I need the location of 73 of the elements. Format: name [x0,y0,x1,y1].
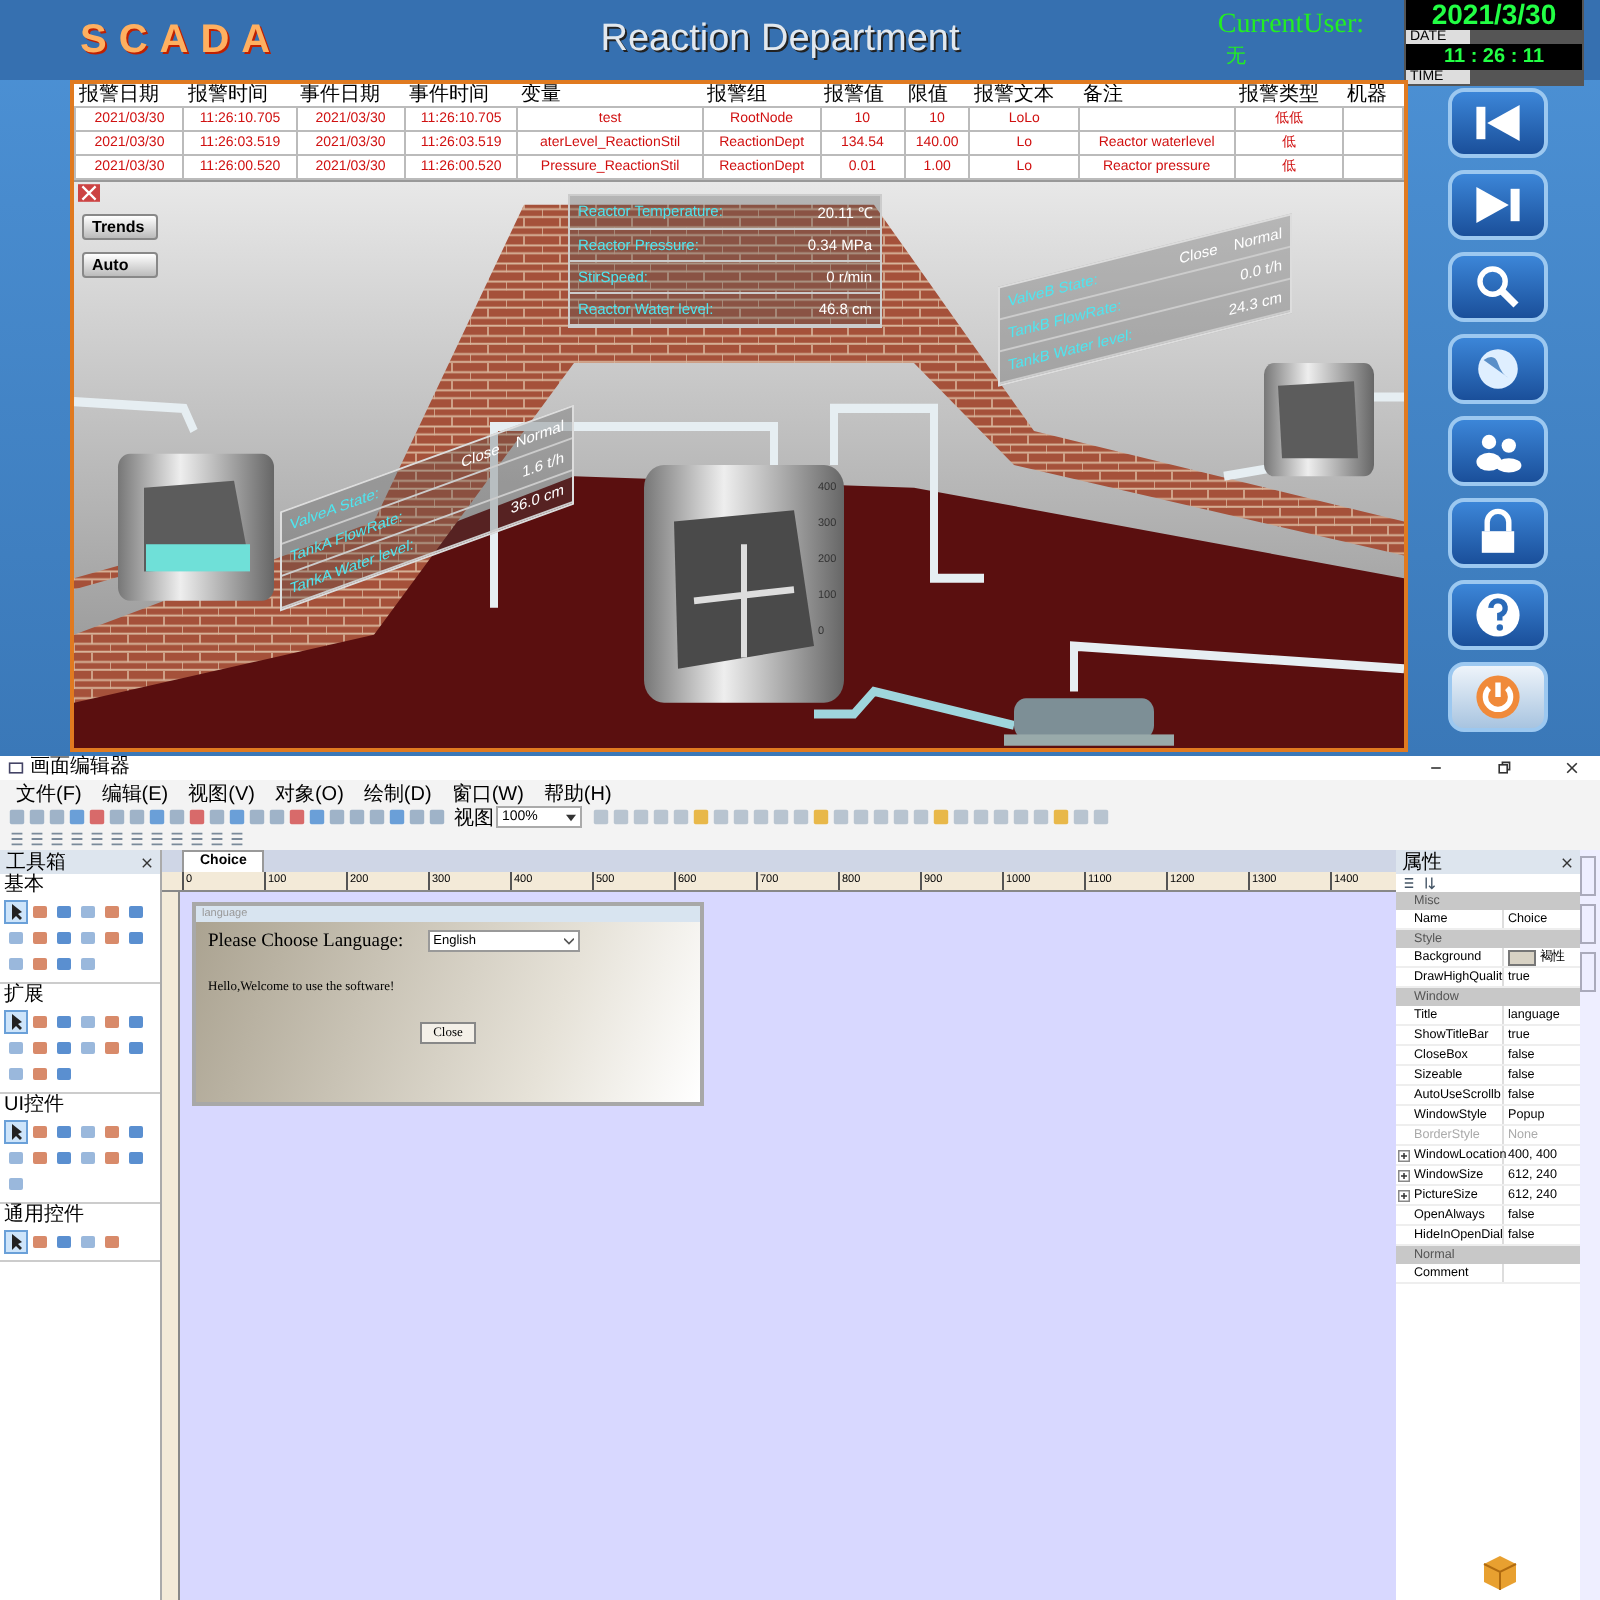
column-header: 报警组 [702,84,821,107]
toolbar-icon[interactable] [228,830,246,848]
side-tab-icon[interactable] [1580,904,1596,944]
zoom-label: 视图 [454,805,494,831]
lock-button[interactable] [1448,498,1548,568]
toolbar-icon[interactable] [8,830,26,848]
users-button[interactable] [1448,416,1548,486]
expand-icon[interactable] [1398,1169,1410,1181]
toolbar-icon[interactable] [188,830,206,848]
section-title: 扩展 [2,984,46,1008]
close-icon[interactable] [1564,760,1580,776]
menu-item[interactable]: 编辑(E) [101,779,169,807]
time-display: 11 : 26 : 11 [1406,43,1582,69]
expand-icon[interactable] [1398,1149,1410,1161]
panel-title: 属性 [1402,849,1442,876]
column-header: 事件时间 [405,84,518,107]
column-header: 机器 [1343,84,1403,107]
skip-forward-button[interactable] [1448,170,1548,240]
skip-back-button[interactable] [1448,88,1548,158]
window-title: 画面编辑器 [30,756,130,780]
current-user-value: 无 [1223,44,1246,70]
close-icon[interactable] [140,855,154,869]
column-header: 限值 [904,84,970,107]
side-tab-icon[interactable] [1580,952,1596,992]
scada-logo: SCADA [80,17,283,63]
toolbar-icon[interactable] [88,830,106,848]
menu-item[interactable]: 绘制(D) [363,779,432,807]
menu-item[interactable]: 对象(O) [274,779,344,807]
box-icon [1480,1552,1520,1592]
column-header: 报警时间 [183,84,297,107]
toolbar-icon[interactable] [48,830,66,848]
language-prompt: Please Choose Language: [208,931,404,951]
menu-item[interactable]: 视图(V) [188,779,255,807]
column-header: 报警类型 [1234,84,1344,107]
tool-icon[interactable] [6,1012,26,1032]
section-title: UI控件 [2,1094,66,1118]
caret-icon [565,813,576,821]
column-header: 报警值 [820,84,905,107]
panel-title: 工具箱 [6,850,66,874]
toolbar-icon[interactable] [68,830,86,848]
color-swatch [1508,949,1536,965]
close-icon[interactable] [1560,855,1574,869]
toolbar-icon[interactable] [28,830,46,848]
power-button[interactable] [1448,662,1548,732]
caret-icon [563,937,574,945]
toolbar-icon[interactable] [208,830,226,848]
menu-item[interactable]: 文件(F) [16,779,82,807]
sort-icon[interactable] [1422,876,1436,890]
tool-icon[interactable] [6,1122,26,1142]
expand-icon[interactable] [1398,1189,1410,1201]
toolbar-icon[interactable] [148,830,166,848]
menu-item[interactable]: 窗口(W) [451,779,524,807]
date-display: 2021/3/30 [1406,0,1582,29]
toolbar-icon[interactable] [168,830,186,848]
column-header: 事件日期 [296,84,405,107]
scene-button[interactable]: Auto [82,252,158,278]
current-user-label: CurrentUser: [1217,10,1364,42]
help-button[interactable] [1448,580,1548,650]
restore-icon[interactable] [1496,760,1512,776]
toolbar-icon[interactable] [128,830,146,848]
column-header: 报警日期 [75,84,184,107]
categorize-icon[interactable] [1402,876,1416,890]
scene-button[interactable]: Trends [82,214,158,240]
toolbar-icon[interactable] [108,830,126,848]
section-title: 通用控件 [2,1204,86,1228]
menu-item[interactable]: 帮助(H) [543,779,612,807]
tool-icon[interactable] [6,902,26,922]
globe-button[interactable] [1448,334,1548,404]
tool-icon[interactable] [6,1232,26,1252]
search-button[interactable] [1448,252,1548,322]
department-title: Reaction Department [598,18,962,62]
section-title: 基本 [2,874,46,898]
app-icon [8,760,24,776]
